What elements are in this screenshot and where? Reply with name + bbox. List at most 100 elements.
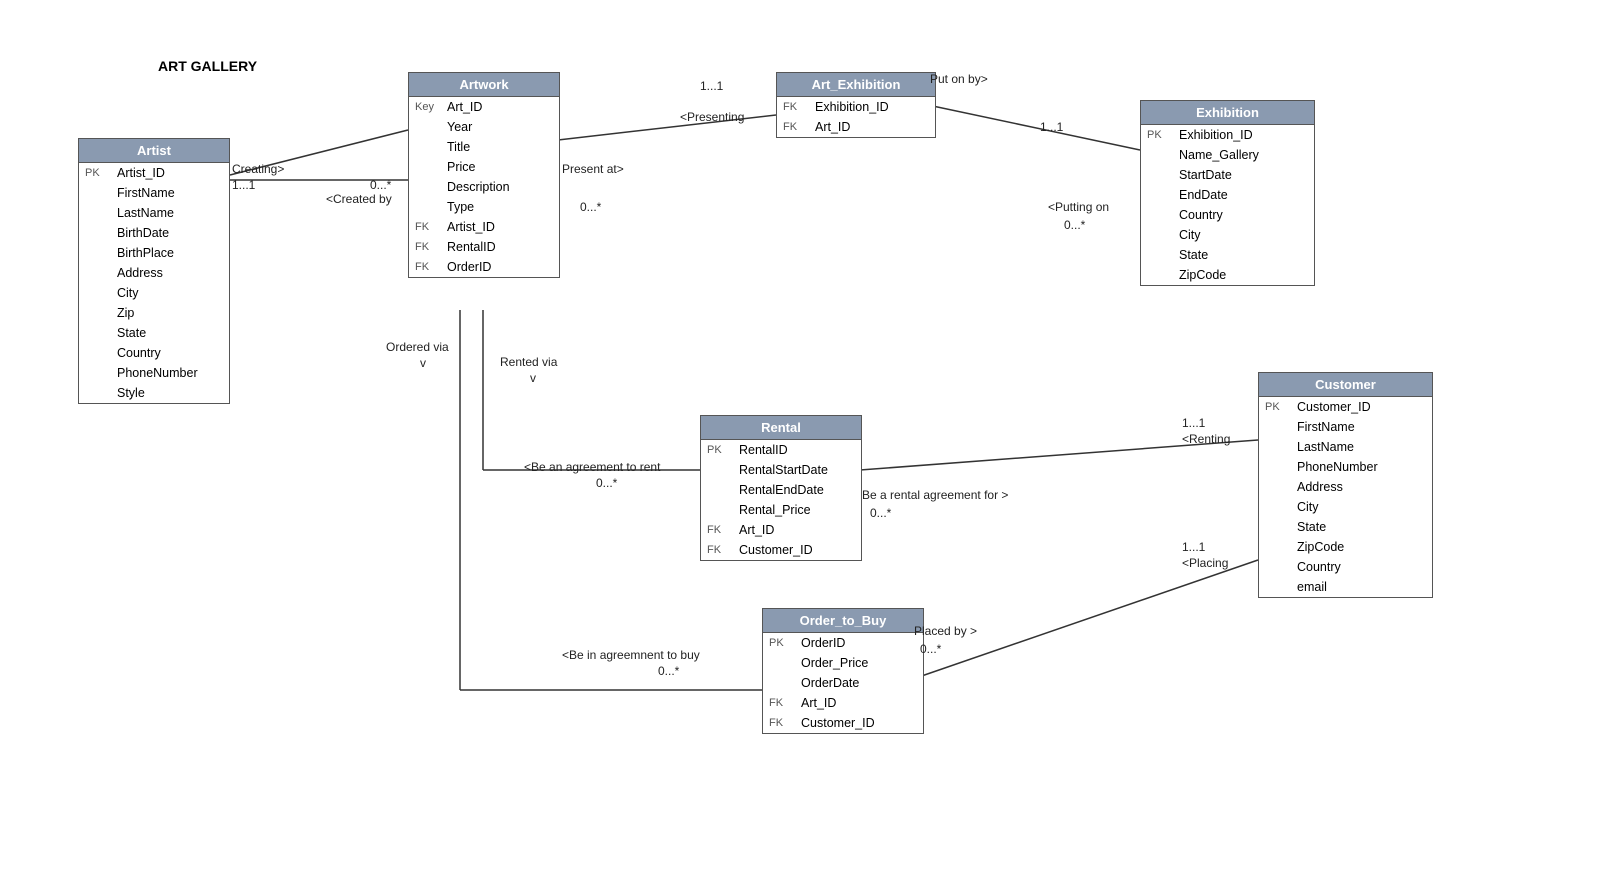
table-row: PKExhibition_ID xyxy=(1141,125,1314,145)
table-row: FKArt_ID xyxy=(763,693,923,713)
field-name: Artist_ID xyxy=(447,220,495,234)
table-row: State xyxy=(79,323,229,343)
field-name: City xyxy=(1179,228,1201,242)
field-name: Country xyxy=(1297,560,1341,574)
key-label: FK xyxy=(783,121,811,133)
be-rental-agreement-label: Be a rental agreement for > xyxy=(862,488,1008,502)
table-row: FirstName xyxy=(1259,417,1432,437)
field-name: Exhibition_ID xyxy=(815,100,889,114)
table-row: Description xyxy=(409,177,559,197)
customer-table: Customer PKCustomer_IDFirstNameLastNameP… xyxy=(1258,372,1433,598)
key-label: PK xyxy=(85,167,113,179)
table-row: Price xyxy=(409,157,559,177)
field-name: Order_Price xyxy=(801,656,868,670)
field-name: Customer_ID xyxy=(801,716,875,730)
table-row: PKOrderID xyxy=(763,633,923,653)
field-name: Year xyxy=(447,120,472,134)
field-name: Customer_ID xyxy=(1297,400,1371,414)
field-name: OrderDate xyxy=(801,676,859,690)
field-name: RentalID xyxy=(447,240,496,254)
field-name: Exhibition_ID xyxy=(1179,128,1253,142)
key-label: FK xyxy=(707,524,735,536)
table-row: Country xyxy=(79,343,229,363)
zero-star-5-label: 0...* xyxy=(870,506,891,520)
table-row: ZipCode xyxy=(1259,537,1432,557)
presenting-label: <Presenting xyxy=(680,110,744,124)
rental-table-header: Rental xyxy=(701,416,861,440)
table-row: Country xyxy=(1141,205,1314,225)
artist-table: Artist PKArtist_IDFirstNameLastNameBirth… xyxy=(78,138,230,404)
field-name: State xyxy=(117,326,146,340)
be-agreement-buy-label: <Be in agreemnent to buy xyxy=(562,648,700,662)
order-to-buy-table: Order_to_Buy PKOrderIDOrder_PriceOrderDa… xyxy=(762,608,924,734)
field-name: Name_Gallery xyxy=(1179,148,1259,162)
placed-by-label: Placed by > xyxy=(914,624,977,638)
field-name: EndDate xyxy=(1179,188,1228,202)
exhibition-table: Exhibition PKExhibition_IDName_GallerySt… xyxy=(1140,100,1315,286)
rented-via-arrow: v xyxy=(530,371,536,385)
field-name: OrderID xyxy=(801,636,845,650)
customer-table-body: PK Customer_ID FirstNameLastName PhoneNumbe… xyxy=(1259,397,1432,597)
put-on-by-label: Put on by> xyxy=(930,72,988,86)
table-row: FirstName xyxy=(79,183,229,203)
table-row: PKRentalID xyxy=(701,440,861,460)
field-name: FirstName xyxy=(117,186,175,200)
exhibition-table-body: PKExhibition_IDName_GalleryStartDateEndD… xyxy=(1141,125,1314,285)
key-label: FK xyxy=(783,101,811,113)
table-row: FKArt_ID xyxy=(701,520,861,540)
key-label: PK xyxy=(1265,401,1293,413)
field-name: City xyxy=(117,286,139,300)
table-row: OrderDate xyxy=(763,673,923,693)
zero-star-2-label: 0...* xyxy=(580,200,601,214)
table-row: Title xyxy=(409,137,559,157)
table-row: City xyxy=(1141,225,1314,245)
table-row: Type xyxy=(409,197,559,217)
key-label: FK xyxy=(707,544,735,556)
table-row: City xyxy=(79,283,229,303)
field-name: LastName xyxy=(117,206,174,220)
table-row: EndDate xyxy=(1141,185,1314,205)
placing-one-label: 1...1 xyxy=(1182,540,1205,554)
art-exhibition-table-header: Art_Exhibition xyxy=(777,73,935,97)
artist-table-header: Artist xyxy=(79,139,229,163)
table-row: State xyxy=(1259,517,1432,537)
field-name: State xyxy=(1179,248,1208,262)
table-row: Address xyxy=(1259,477,1432,497)
field-name: Zip xyxy=(117,306,134,320)
table-row: BirthDate xyxy=(79,223,229,243)
table-row: State xyxy=(1141,245,1314,265)
artwork-table: Artwork KeyArt_IDYearTitlePriceDescripti… xyxy=(408,72,560,278)
table-row: LastName xyxy=(1259,437,1432,457)
field-name: Address xyxy=(1297,480,1343,494)
field-name: Country xyxy=(1179,208,1223,222)
field-name: RentalEndDate xyxy=(739,483,824,497)
field-name: BirthDate xyxy=(117,226,169,240)
customer-table-header: Customer xyxy=(1259,373,1432,397)
zero-star-1-label: 0...* xyxy=(370,178,391,192)
ordered-via-label: Ordered via xyxy=(386,340,449,354)
order-to-buy-table-body: PKOrderIDOrder_PriceOrderDateFKArt_IDFKC… xyxy=(763,633,923,733)
creating-label: Creating> xyxy=(232,162,284,176)
table-row: LastName xyxy=(79,203,229,223)
table-row: KeyArt_ID xyxy=(409,97,559,117)
field-name: PhoneNumber xyxy=(1297,460,1378,474)
key-label: FK xyxy=(415,261,443,273)
field-name: Art_ID xyxy=(447,100,482,114)
key-label: FK xyxy=(415,221,443,233)
table-row: Zip xyxy=(79,303,229,323)
table-row: PhoneNumber xyxy=(79,363,229,383)
table-row: Rental_Price xyxy=(701,500,861,520)
putting-on-label: <Putting on xyxy=(1048,200,1109,214)
art-exhibition-table-body: FKExhibition_IDFKArt_ID xyxy=(777,97,935,137)
table-row: Order_Price xyxy=(763,653,923,673)
table-row: BirthPlace xyxy=(79,243,229,263)
diagram-title: ART GALLERY xyxy=(158,58,257,74)
field-name: ZipCode xyxy=(1179,268,1226,282)
zero-star-3-label: 0...* xyxy=(1064,218,1085,232)
table-row: Year xyxy=(409,117,559,137)
table-row: RentalEndDate xyxy=(701,480,861,500)
zero-star-6-label: 0...* xyxy=(658,664,679,678)
created-by-label: <Created by xyxy=(326,192,392,206)
field-name: State xyxy=(1297,520,1326,534)
rental-table: Rental PKRentalIDRentalStartDateRentalEn… xyxy=(700,415,862,561)
